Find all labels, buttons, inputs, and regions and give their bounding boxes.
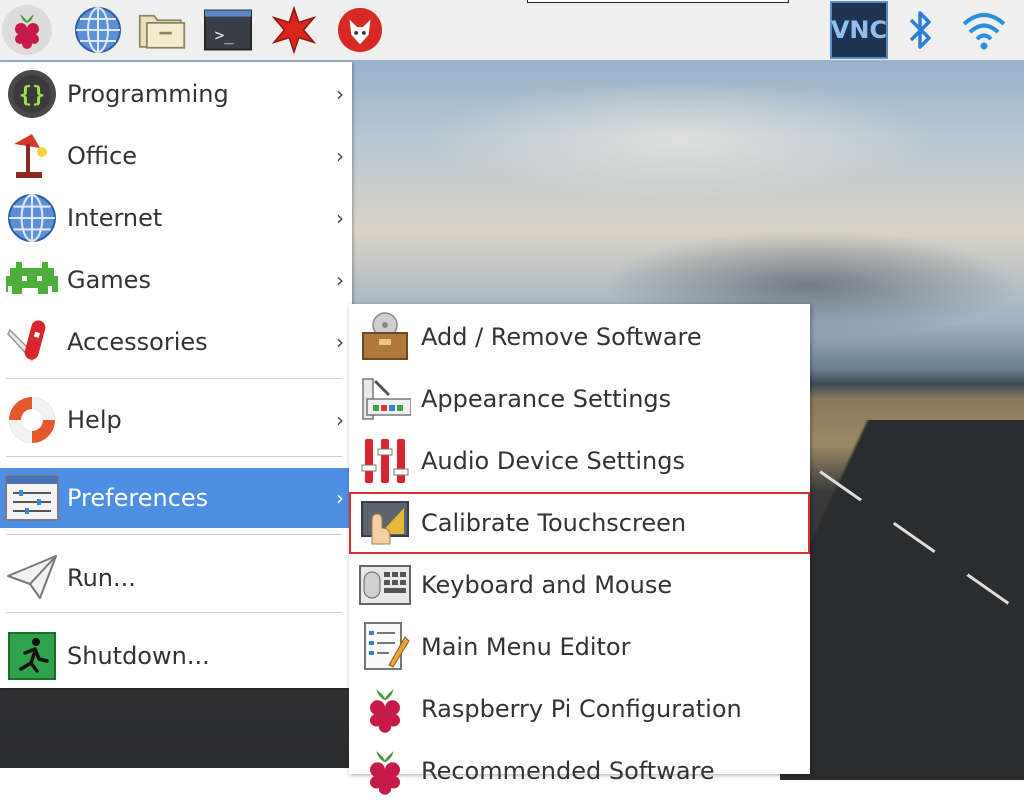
- bluetooth-icon[interactable]: [896, 6, 944, 54]
- wallpaper-cloud: [420, 80, 940, 200]
- menu-item-label: Internet: [67, 204, 163, 232]
- appearance-settings-icon: [357, 371, 413, 427]
- submenu-item-raspberry-pi-configuration[interactable]: Raspberry Pi Configuration: [349, 678, 810, 740]
- submenu-item-label: Add / Remove Software: [421, 323, 702, 351]
- menu-item-run[interactable]: Run...: [0, 548, 352, 608]
- terminal-icon[interactable]: >_: [204, 6, 252, 54]
- menu-item-internet[interactable]: Internet ›: [0, 188, 352, 248]
- audio-settings-icon: [357, 433, 413, 489]
- taskbar-empty-panel: [527, 0, 789, 3]
- mathematica-icon[interactable]: [270, 5, 318, 55]
- wallpaper-road: [780, 420, 1024, 780]
- preferences-submenu: Add / Remove Software Appearance Setting…: [349, 304, 810, 795]
- menu-item-label: Run...: [67, 564, 136, 592]
- chevron-right-icon: ›: [336, 486, 344, 510]
- chevron-right-icon: ›: [336, 268, 344, 292]
- recommended-software-icon: [357, 743, 413, 799]
- calibrate-touchscreen-icon: [357, 495, 413, 551]
- submenu-item-label: Recommended Software: [421, 757, 715, 785]
- submenu-item-main-menu-editor[interactable]: Main Menu Editor: [349, 616, 810, 678]
- submenu-item-appearance-settings[interactable]: Appearance Settings: [349, 368, 810, 430]
- submenu-item-label: Audio Device Settings: [421, 447, 685, 475]
- menu-separator: [6, 378, 342, 379]
- menu-item-label: Accessories: [67, 328, 208, 356]
- submenu-item-keyboard-and-mouse[interactable]: Keyboard and Mouse: [349, 554, 810, 616]
- chevron-right-icon: ›: [336, 144, 344, 168]
- main-menu: {} Programming › Office › Internet › Gam…: [0, 62, 352, 688]
- file-manager-icon[interactable]: [138, 6, 186, 54]
- programming-icon: {}: [4, 66, 60, 122]
- keyboard-mouse-icon: [357, 557, 413, 613]
- svg-text:>_: >_: [215, 26, 235, 45]
- wifi-icon[interactable]: [960, 6, 1008, 54]
- menu-item-label: Programming: [67, 80, 229, 108]
- top-taskbar: >_ VNC: [0, 0, 1024, 60]
- chevron-right-icon: ›: [336, 330, 344, 354]
- add-remove-software-icon: [357, 309, 413, 365]
- submenu-item-label: Main Menu Editor: [421, 633, 631, 661]
- menu-separator: [6, 534, 342, 535]
- vnc-icon[interactable]: VNC: [830, 1, 888, 59]
- shutdown-icon: [4, 628, 60, 684]
- submenu-item-recommended-software[interactable]: Recommended Software: [349, 740, 810, 802]
- submenu-item-label: Calibrate Touchscreen: [421, 509, 687, 537]
- svg-text:{}: {}: [19, 83, 46, 108]
- submenu-item-audio-device-settings[interactable]: Audio Device Settings: [349, 430, 810, 492]
- menu-item-programming[interactable]: {} Programming ›: [0, 64, 352, 124]
- menu-item-label: Office: [67, 142, 138, 170]
- menu-item-shutdown[interactable]: Shutdown...: [0, 626, 352, 686]
- submenu-item-label: Appearance Settings: [421, 385, 672, 413]
- menu-item-accessories[interactable]: Accessories ›: [0, 312, 352, 372]
- chevron-right-icon: ›: [336, 408, 344, 432]
- wolfram-icon[interactable]: [336, 6, 384, 54]
- menu-item-help[interactable]: Help ›: [0, 390, 352, 450]
- internet-icon: [4, 190, 60, 246]
- chevron-right-icon: ›: [336, 206, 344, 230]
- raspberry-pi-config-icon: [357, 681, 413, 737]
- raspberry-menu-icon[interactable]: [2, 5, 52, 55]
- menu-item-office[interactable]: Office ›: [0, 126, 352, 186]
- menu-editor-icon: [357, 619, 413, 675]
- office-icon: [4, 128, 60, 184]
- menu-item-label: Shutdown...: [67, 642, 210, 670]
- submenu-item-label: Raspberry Pi Configuration: [421, 695, 742, 723]
- run-icon: [4, 550, 60, 606]
- menu-item-label: Preferences: [67, 484, 209, 512]
- chevron-right-icon: ›: [336, 82, 344, 106]
- games-icon: [4, 252, 60, 308]
- menu-item-preferences[interactable]: Preferences ›: [0, 468, 352, 528]
- help-icon: [4, 392, 60, 448]
- menu-item-label: Games: [67, 266, 151, 294]
- menu-separator: [6, 456, 342, 457]
- web-browser-icon[interactable]: [74, 6, 122, 54]
- menu-separator: [6, 612, 342, 613]
- submenu-item-add-remove-software[interactable]: Add / Remove Software: [349, 306, 810, 368]
- submenu-item-label: Keyboard and Mouse: [421, 571, 673, 599]
- preferences-icon: [4, 470, 60, 526]
- submenu-item-calibrate-touchscreen[interactable]: Calibrate Touchscreen: [349, 492, 810, 554]
- accessories-icon: [4, 314, 60, 370]
- menu-item-games[interactable]: Games ›: [0, 250, 352, 310]
- menu-item-label: Help: [67, 406, 122, 434]
